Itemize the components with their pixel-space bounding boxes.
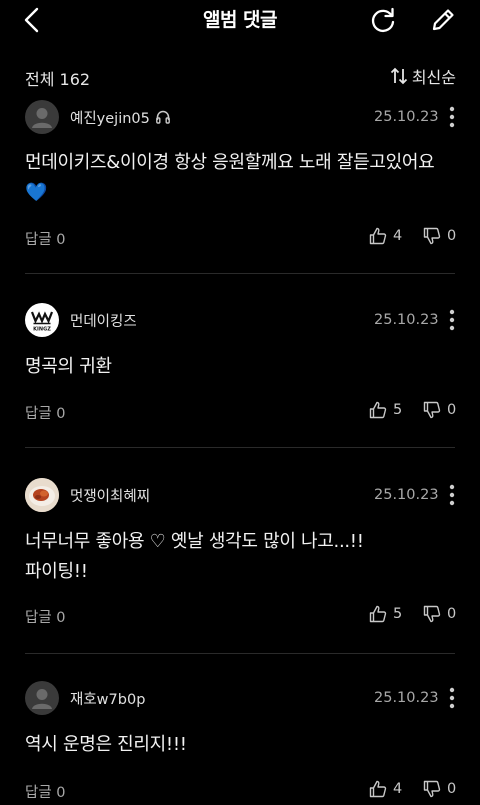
- more-options-button[interactable]: [440, 306, 464, 334]
- dislike-button[interactable]: 0: [423, 605, 456, 623]
- dislike-button[interactable]: 0: [423, 780, 456, 798]
- thumbs-up-icon: [369, 227, 387, 245]
- food-photo: [25, 478, 59, 512]
- sort-arrows-icon: [390, 67, 407, 85]
- page-title: 앨범 댓글: [202, 9, 278, 31]
- comment-date: 25.10.23: [374, 690, 439, 706]
- comment-header: 멋쟁이최혜찌: [25, 478, 150, 512]
- divider: [25, 273, 455, 274]
- dislike-count: 0: [447, 402, 457, 418]
- comment-item: 재호w7b0p 25.10.23 역시 운명은 진리지!!! 답글 0 4 0: [0, 681, 480, 805]
- reply-button[interactable]: 답글 0: [25, 606, 66, 627]
- more-options-button[interactable]: [440, 481, 464, 509]
- thumbs-down-icon: [423, 401, 441, 419]
- default-user-icon: [32, 689, 52, 709]
- dislike-count: 0: [447, 781, 457, 797]
- like-count: 4: [393, 781, 403, 797]
- username[interactable]: 멋쟁이최혜찌: [70, 485, 150, 506]
- more-options-button[interactable]: [440, 684, 464, 712]
- like-button[interactable]: 5: [369, 605, 402, 623]
- comment-text: 먼데이키즈&이이경 항상 응원할께요 노래 잘듣고있어요 💙: [25, 152, 435, 203]
- divider: [25, 653, 455, 654]
- comment-item: 예진yejin05 25.10.23 먼데이키즈&이이경 항상 응원할께요 노래…: [0, 100, 480, 274]
- dislike-count: 0: [447, 228, 457, 244]
- comment-header: 재호w7b0p: [25, 681, 145, 715]
- thumbs-down-icon: [423, 780, 441, 798]
- reply-button[interactable]: 답글 0: [25, 781, 66, 802]
- avatar[interactable]: [25, 478, 59, 512]
- thumbs-down-icon: [423, 605, 441, 623]
- thumbs-up-icon: [369, 605, 387, 623]
- dislike-count: 0: [447, 606, 457, 622]
- avatar[interactable]: [25, 681, 59, 715]
- username[interactable]: 재호w7b0p: [70, 688, 145, 709]
- like-button[interactable]: 4: [369, 780, 402, 798]
- avatar[interactable]: KINGZ: [25, 303, 59, 337]
- username[interactable]: 예진yejin05: [70, 107, 171, 128]
- dislike-button[interactable]: 0: [423, 401, 456, 419]
- more-options-button[interactable]: [440, 103, 464, 131]
- thumbs-up-icon: [369, 401, 387, 419]
- comment-list-toolbar: 전체 162 최신순: [0, 62, 480, 92]
- comment-header: KINGZ 먼데이킹즈: [25, 303, 137, 337]
- username-text: 예진yejin05: [70, 110, 150, 127]
- comment-text: 너무너무 좋아용 ♡ 옛날 생각도 많이 나고...!! 파이팅!!: [25, 531, 364, 582]
- more-vertical-icon: [449, 309, 455, 331]
- comment-date: 25.10.23: [374, 109, 439, 125]
- comment-item: 멋쟁이최혜찌 25.10.23 너무너무 좋아용 ♡ 옛날 생각도 많이 나고.…: [0, 478, 480, 654]
- avatar[interactable]: [25, 100, 59, 134]
- refresh-icon: [371, 7, 395, 32]
- username-text: 먼데이킹즈: [70, 313, 137, 330]
- username[interactable]: 먼데이킹즈: [70, 310, 137, 331]
- more-vertical-icon: [449, 687, 455, 709]
- sort-button[interactable]: 최신순: [390, 64, 456, 88]
- username-text: 멋쟁이최혜찌: [70, 488, 151, 505]
- headphone-icon: [155, 110, 170, 124]
- thumbs-up-icon: [369, 780, 387, 798]
- top-app-bar: 앨범 댓글: [0, 0, 480, 38]
- comment-text: 명곡의 귀환: [25, 356, 112, 377]
- username-text: 재호w7b0p: [70, 691, 146, 708]
- like-count: 5: [393, 606, 403, 622]
- refresh-button[interactable]: [366, 3, 400, 37]
- svg-text:KINGZ: KINGZ: [33, 327, 51, 333]
- total-count: 전체 162: [25, 70, 91, 89]
- thumbs-down-icon: [423, 227, 441, 245]
- sort-label: 최신순: [411, 68, 456, 87]
- reply-button[interactable]: 답글 0: [25, 402, 66, 423]
- default-user-icon: [32, 108, 52, 128]
- comment-date: 25.10.23: [374, 487, 439, 503]
- kingz-logo: KINGZ: [30, 311, 54, 333]
- reply-button[interactable]: 답글 0: [25, 228, 66, 249]
- pencil-icon: [432, 9, 454, 31]
- like-count: 5: [393, 402, 403, 418]
- like-count: 4: [393, 228, 403, 244]
- more-vertical-icon: [449, 484, 455, 506]
- comment-item: KINGZ 먼데이킹즈 25.10.23 명곡의 귀환 답글 0 5 0: [0, 303, 480, 448]
- comment-date: 25.10.23: [374, 312, 439, 328]
- comment-header: 예진yejin05: [25, 100, 171, 134]
- dislike-button[interactable]: 0: [423, 227, 456, 245]
- more-vertical-icon: [449, 106, 455, 128]
- divider: [25, 447, 455, 448]
- like-button[interactable]: 4: [369, 227, 402, 245]
- like-button[interactable]: 5: [369, 401, 402, 419]
- comment-text: 역시 운명은 진리지!!!: [25, 734, 187, 755]
- write-comment-button[interactable]: [426, 3, 460, 37]
